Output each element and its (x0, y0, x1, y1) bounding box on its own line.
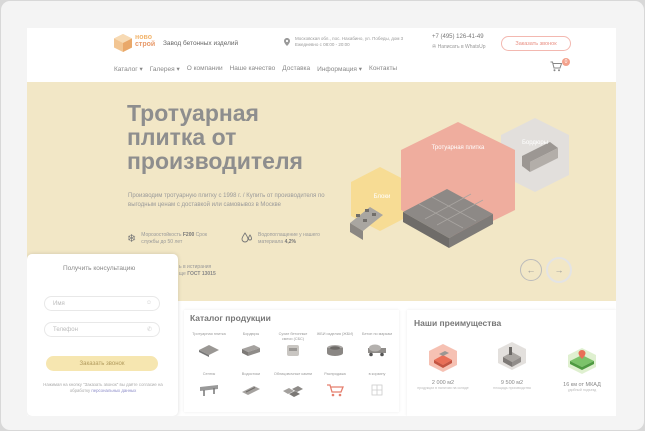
map-location-icon (568, 348, 596, 374)
advantage-production-caption: площадь производства (493, 386, 531, 390)
consent-text: Нажимая на кнопку "Заказать звонок" вы д… (41, 382, 165, 394)
sale-cart-icon (327, 384, 344, 397)
location-pin-icon (284, 38, 290, 46)
nav-delivery[interactable]: Доставка (282, 65, 310, 73)
consultation-form: Получить консультацию Имя ☺ Телефон ✆ Зака… (27, 254, 178, 416)
catalog-item-to-cart[interactable]: в корзину (357, 372, 397, 397)
tagline: Завод бетонных изделий (163, 40, 239, 47)
website: ново строй Завод бетонных изделий Москов… (27, 28, 616, 416)
catalog-item-curbs[interactable]: Бордюры (231, 332, 271, 357)
slider-prev-button[interactable]: ← (520, 259, 542, 281)
logo-text[interactable]: ново строй (135, 34, 155, 48)
nav-catalog[interactable]: Каталог (114, 65, 143, 73)
cart-icon[interactable] (550, 61, 562, 72)
whatsapp-link[interactable]: ✇ Написать в WhatsUp (432, 44, 486, 50)
hex-paving[interactable]: Тротуарная плитка (401, 122, 515, 248)
advantages-section: Наши преимущества 2 000 м2 продукции в н… (407, 310, 616, 416)
advantage-stock-caption: продукции в наличии на складе (417, 386, 469, 390)
name-input[interactable]: Имя ☺ (44, 296, 160, 311)
whatsapp-label: Написать в WhatsUp (437, 44, 486, 50)
address: Московская обл., пос. Нахабино, ул. Побе… (295, 36, 425, 48)
catalog-item-label: Бетон по маркам (362, 332, 392, 336)
advantage-location: 16 км от МКАД удобный подъезд (555, 346, 609, 392)
nav-contacts[interactable]: Контакты (369, 65, 397, 73)
catalog-item-label: Распродажа (324, 372, 346, 376)
drain-tray-icon (242, 386, 260, 395)
advantage-stock: 2 000 м2 продукции в наличии на складе (416, 342, 470, 390)
name-placeholder: Имя (53, 300, 65, 307)
hex-blocks[interactable]: Блоки (350, 167, 409, 240)
catalog-item-concrete-products[interactable]: ЖБИ изделия (ЖБИ) (315, 332, 355, 357)
catalog-item-concrete[interactable]: Бетон по маркам (357, 332, 397, 357)
submit-call-button[interactable]: Заказать звонок (46, 356, 158, 371)
nav-info[interactable]: Информация (317, 65, 362, 73)
nav-about[interactable]: О компании (187, 65, 223, 73)
catalog-item-label: Сухие бетонные смеси (СБС) (278, 332, 308, 341)
logo-icon[interactable] (113, 33, 133, 53)
user-icon: ☺ (145, 300, 152, 306)
whatsapp-icon: ✇ (432, 44, 437, 50)
catalog-item-label: Бордюры (242, 332, 260, 336)
septic-icon (200, 385, 218, 396)
catalog-item-label: Водостоки (241, 372, 261, 376)
stones-icon (283, 386, 303, 397)
hex-blocks-label: Блоки (374, 194, 391, 200)
phone-link[interactable]: +7 (495) 126-41-49 (432, 34, 484, 40)
catalog-title: Каталог продукции (190, 313, 271, 323)
logo-line-1: ново (135, 34, 152, 41)
concrete-ring-icon (327, 345, 343, 356)
catalog-item-label: Облицовочные камни (273, 372, 313, 376)
factory-icon (498, 342, 526, 370)
phone-input[interactable]: Телефон ✆ (44, 322, 160, 337)
slider-next-button[interactable]: → (546, 257, 572, 283)
catalog-item-label: в корзину (368, 372, 386, 376)
catalog-item-label: Септик (202, 372, 216, 376)
mixer-truck-icon (368, 344, 386, 357)
paving-tile-icon (199, 345, 219, 357)
catalog-section: Каталог продукции Тротуарная плитка Борд… (184, 310, 399, 412)
catalog-item-label: Тротуарная плитка (192, 332, 226, 336)
consult-title: Получить консультацию (63, 265, 136, 272)
site-header: ново строй Завод бетонных изделий Москов… (27, 28, 616, 82)
working-hours: Ежедневно с 08:00 - 20:00 (295, 42, 350, 47)
advantage-production: 9 500 м2 площадь производства (485, 340, 539, 390)
catalog-item-sale[interactable]: Распродажа (315, 372, 355, 397)
order-call-button[interactable]: Заказать звонок (501, 36, 571, 51)
advantage-location-caption: удобный подъезд (567, 388, 597, 392)
catalog-item-label: ЖБИ изделия (ЖБИ) (316, 332, 354, 336)
catalog-item-dry-mix[interactable]: Сухие бетонные смеси (СБС) (273, 332, 313, 357)
curb-icon (242, 345, 260, 356)
bag-icon (287, 345, 299, 356)
catalog-item-paving[interactable]: Тротуарная плитка (189, 332, 229, 357)
advantages-title: Наши преимущества (414, 318, 502, 328)
stock-pallet-icon (429, 344, 457, 372)
phone-placeholder: Телефон (53, 326, 78, 333)
catalog-item-drains[interactable]: Водостоки (231, 372, 271, 397)
hex-bordury-label: Бордюры (522, 140, 548, 146)
logo-line-2: строй (135, 41, 156, 48)
catalog-item-facing-stones[interactable]: Облицовочные камни (273, 372, 313, 397)
catalog-item-septic[interactable]: Септик (189, 372, 229, 397)
nav-gallery[interactable]: Галерея (150, 65, 180, 73)
grid-icon (371, 384, 383, 396)
privacy-link[interactable]: персональных данных (91, 388, 136, 393)
phone-icon: ✆ (146, 327, 152, 333)
main-nav: Каталог Галерея О компании Наше качество… (114, 65, 397, 73)
cart-count-badge: 0 (562, 58, 570, 66)
hex-paving-label: Тротуарная плитка (432, 145, 485, 151)
browser-frame: ново строй Завод бетонных изделий Москов… (1, 1, 644, 430)
nav-quality[interactable]: Наше качество (230, 65, 276, 73)
